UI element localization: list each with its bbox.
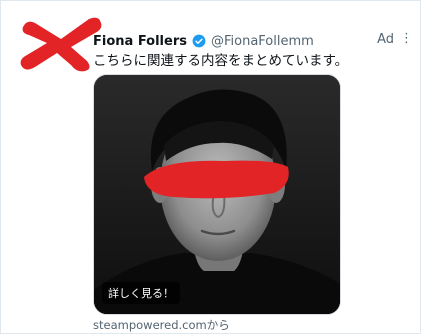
user-handle[interactable]: @FionaFollemm — [211, 34, 314, 49]
eye-redaction-mark — [144, 160, 289, 199]
tweet-header: Fiona Follers @FionaFollemm Ad ⋮ — [93, 31, 413, 51]
tweet-text: こちらに関連する内容をまとめています。 — [93, 53, 349, 69]
source-domain-link[interactable]: steampowered.comから — [93, 317, 230, 333]
ad-label: Ad — [377, 32, 394, 47]
tweet-media-image[interactable]: 詳しく見る！ — [93, 74, 341, 315]
learn-more-button[interactable]: 詳しく見る！ — [102, 282, 180, 304]
portrait-photo — [94, 75, 340, 314]
avatar-redaction-x — [20, 17, 102, 72]
more-vertical-icon[interactable]: ⋮ — [400, 31, 413, 46]
display-name[interactable]: Fiona Follers — [93, 34, 187, 49]
ad-tweet-card[interactable]: Fiona Follers @FionaFollemm Ad ⋮ こちらに関連す… — [0, 0, 421, 334]
verified-badge-icon — [192, 34, 206, 48]
